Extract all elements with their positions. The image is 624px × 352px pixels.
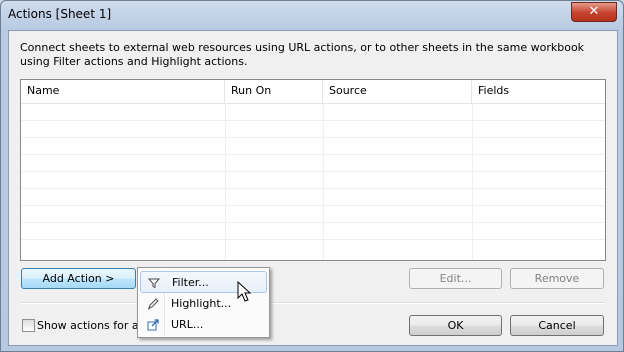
menu-item-label: Filter... xyxy=(172,276,209,289)
column-header-fields[interactable]: Fields xyxy=(472,80,605,103)
cancel-button[interactable]: Cancel xyxy=(510,315,604,336)
empty-row-line xyxy=(21,239,605,240)
table-header: Name Run On Source Fields xyxy=(21,80,605,104)
empty-row-line xyxy=(21,222,605,223)
ok-button[interactable]: OK xyxy=(409,315,502,336)
column-divider xyxy=(472,103,473,260)
separator xyxy=(20,302,605,304)
menu-item-label: Highlight... xyxy=(171,297,232,310)
column-header-source[interactable]: Source xyxy=(323,80,472,103)
close-button[interactable]: ✕ xyxy=(571,2,617,22)
empty-row-line xyxy=(21,188,605,189)
column-header-run-on[interactable]: Run On xyxy=(225,80,323,103)
title-bar[interactable]: Actions [Sheet 1] ✕ xyxy=(1,1,623,29)
menu-item-url[interactable]: URL... xyxy=(140,314,267,336)
column-divider xyxy=(323,103,324,260)
external-link-icon xyxy=(147,319,159,331)
filter-icon xyxy=(147,278,161,289)
highlighter-pen-icon xyxy=(147,298,159,310)
column-divider xyxy=(225,103,226,260)
empty-row-line xyxy=(21,171,605,172)
actions-dialog: Actions [Sheet 1] ✕ Connect sheets to ex… xyxy=(0,0,624,352)
close-icon: ✕ xyxy=(588,4,600,19)
actions-table[interactable]: Name Run On Source Fields xyxy=(20,79,606,261)
mouse-pointer-icon xyxy=(237,281,252,302)
dialog-body: Connect sheets to external web resources… xyxy=(8,30,618,346)
add-action-button[interactable]: Add Action > xyxy=(21,268,136,289)
dialog-description: Connect sheets to external web resources… xyxy=(20,41,585,68)
remove-button[interactable]: Remove xyxy=(510,268,604,289)
show-all-actions-checkbox[interactable] xyxy=(22,319,35,332)
edit-button[interactable]: Edit... xyxy=(409,268,502,289)
empty-row-line xyxy=(21,205,605,206)
menu-item-label: URL... xyxy=(171,318,204,331)
empty-row-line xyxy=(21,154,605,155)
empty-row-line xyxy=(21,137,605,138)
empty-row-line xyxy=(21,120,605,121)
dialog-title: Actions [Sheet 1] xyxy=(8,7,112,21)
column-header-name[interactable]: Name xyxy=(21,80,225,103)
